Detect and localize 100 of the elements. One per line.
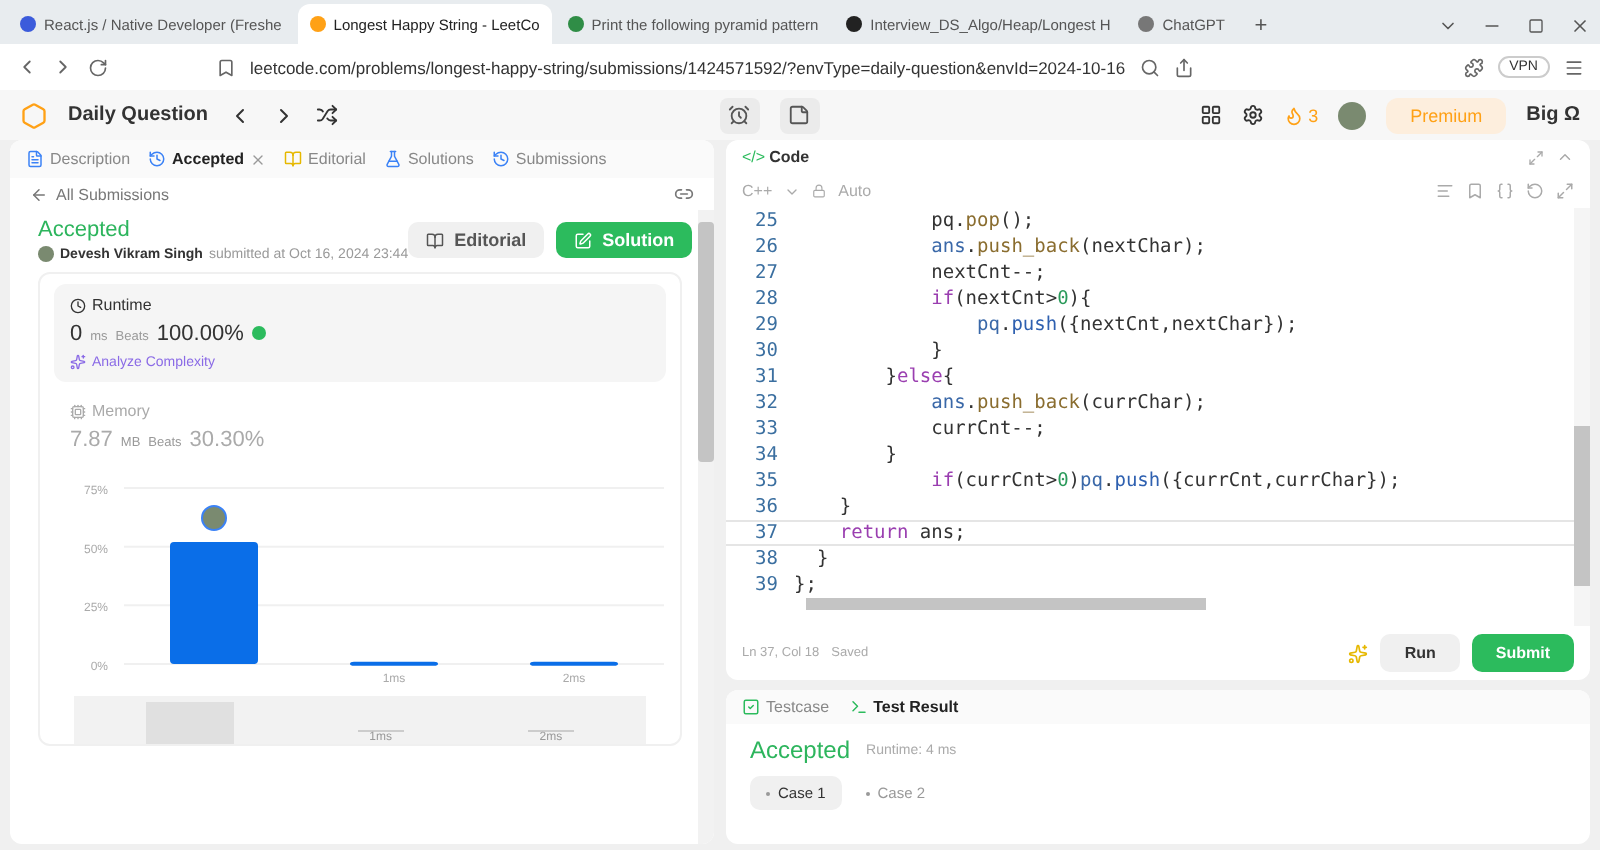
code-line: if(currCnt>0)pq.push({currCnt,currChar}); [929,470,1401,492]
sparkle-icon [70,354,86,370]
site-icon [1138,16,1155,32]
horizontal-scrollbar[interactable] [806,598,1206,610]
all-submissions-link[interactable]: All Submissions [30,185,169,203]
document-icon [26,150,44,168]
collapse-icon[interactable] [1556,148,1574,166]
panel-tab[interactable]: Accepted [148,150,267,168]
line-number: 35 [753,470,780,492]
avatar [201,504,227,531]
panel-tab[interactable]: Submissions [491,150,607,168]
fullscreen-icon[interactable] [1556,182,1574,200]
checkbox-icon [742,698,760,716]
format-icon[interactable] [1436,182,1454,200]
line-number: 37 [753,522,780,544]
result-tab[interactable]: Test Result [849,698,959,716]
memory-title: Memory [70,402,650,420]
zoom-icon[interactable] [1139,57,1160,77]
menu-icon[interactable] [1564,57,1584,77]
reset-icon[interactable] [1526,182,1544,200]
memory-value: 7.87 [70,428,113,452]
code-line: currCnt--; [929,418,1046,440]
code-panel-title: </> Code [742,148,810,166]
logo-icon[interactable] [20,101,48,129]
line-number: 31 [753,366,780,388]
terminal-icon [849,698,868,716]
book-icon [426,231,445,249]
share-icon[interactable] [1173,57,1194,77]
submission-status: Accepted [38,218,132,242]
line-number: 39 [753,574,780,596]
shuffle-icon[interactable] [316,104,339,126]
line-number: 27 [753,262,780,284]
code-line: ans.push_back(nextChar); [929,236,1206,258]
line-number: 34 [753,444,780,466]
result-tab[interactable]: Testcase [742,698,830,716]
lock-icon [812,184,827,198]
bookmark-icon[interactable] [216,57,236,77]
sparkle-icon[interactable] [1348,643,1369,663]
beats-percentage: 30.30% [189,428,265,452]
code-line: ans.push_back(currChar); [929,392,1206,414]
history-icon [148,150,167,168]
bar[interactable] [350,661,438,666]
clock-icon [70,297,86,313]
book-icon [284,150,303,168]
editorial-button[interactable]: Editorial [408,222,545,258]
panel-tab[interactable]: Editorial [284,150,366,168]
badge-icon [251,326,266,340]
code-line: } [883,444,897,466]
link-icon[interactable] [674,184,694,204]
braces-icon[interactable] [1496,182,1514,200]
line-number: 25 [753,210,780,232]
code-line: } [814,548,829,570]
runtime-title: Runtime [70,296,650,314]
chip-icon [70,403,86,419]
site-icon [567,16,584,32]
code-line: } [929,340,943,362]
beats-percentage: 100.00% [156,322,244,346]
site-icon [20,16,36,32]
code-line: return ans; [837,522,966,544]
address-field[interactable]: leetcode.com/problems/longest-happy-string/submissions/1424571592/?envType=daily-question&envId=2024-10-16 [250,57,1126,77]
line-number: 28 [753,288,780,310]
avatar[interactable] [1338,101,1367,129]
line-number: 30 [753,340,780,362]
code-line: pq.push({nextCnt,nextChar}); [975,314,1298,336]
line-number: 32 [753,392,780,414]
back-arrow-icon [30,185,48,203]
bar[interactable] [530,661,618,666]
run-button[interactable]: Run [1380,634,1460,672]
edit-icon [574,231,593,249]
new-tab-button[interactable]: + [1241,8,1282,44]
extensions-icon[interactable] [1463,57,1484,77]
close-icon[interactable] [250,151,267,167]
line-number: 26 [753,236,780,258]
code-line: nextCnt--; [929,262,1046,284]
result-status: Accepted [750,736,851,764]
note-icon[interactable] [779,97,820,133]
runtime-value: 0 [70,322,83,346]
line-number: 33 [753,418,780,440]
expand-icon[interactable] [1528,149,1544,165]
grid-icon[interactable] [1200,104,1223,126]
site-icon [846,16,863,32]
panel-tab[interactable]: Description [26,150,131,168]
code-line: pq.pop(); [929,210,1035,232]
code-line: if(nextCnt>0){ [929,288,1092,310]
code-line: }else{ [883,366,955,388]
history-icon [491,150,510,168]
line-number: 36 [753,496,780,518]
range-handle[interactable] [145,702,234,744]
daily-question-link[interactable]: Daily Question [68,104,209,126]
reload-icon[interactable] [88,57,108,77]
user-name[interactable]: Big Ω [1526,104,1581,126]
scrollbar-thumb[interactable] [1574,426,1590,586]
flask-icon [383,150,402,168]
settings-icon[interactable] [1242,104,1265,126]
panel-tab[interactable]: Solutions [383,150,474,168]
code-line: } [837,496,852,518]
line-number: 38 [753,548,780,570]
line-number: 29 [753,314,780,336]
scrollbar-thumb[interactable] [698,222,714,462]
alarm-clock-icon[interactable] [719,97,760,133]
